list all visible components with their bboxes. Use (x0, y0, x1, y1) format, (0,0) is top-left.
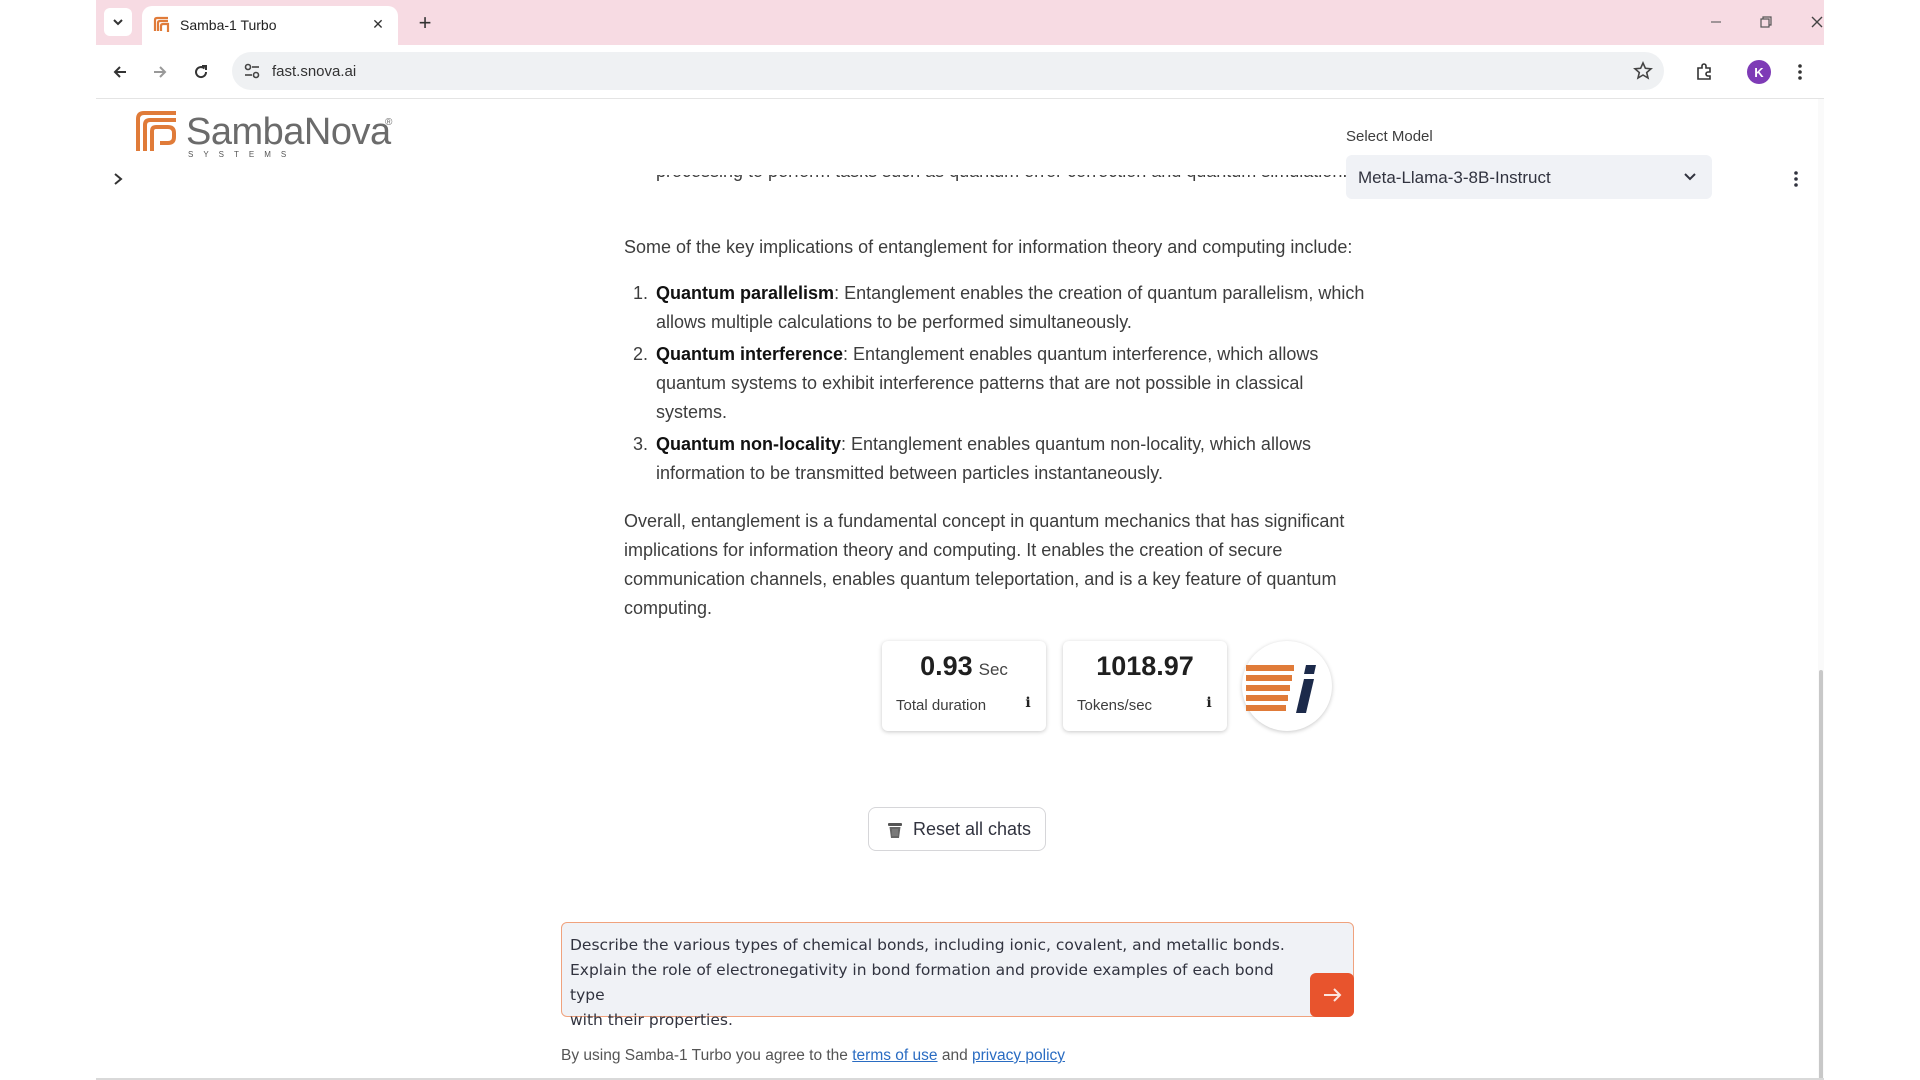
browser-toolbar: fast.snova.ai K (96, 45, 1824, 99)
model-select[interactable]: Meta-Llama-3-8B-Instruct (1346, 155, 1712, 199)
chevron-down-icon (113, 19, 123, 26)
terms-of-use-link[interactable]: terms of use (852, 1047, 937, 1064)
speed-logo-icon (1246, 665, 1316, 713)
sidebar-expand-button[interactable] (108, 169, 128, 189)
list-item: 1. Quantum parallelism: Entanglement ena… (624, 279, 1384, 337)
total-duration-card: 0.93 Sec Total duration i (882, 641, 1046, 731)
send-icon (1324, 988, 1342, 1002)
intro-paragraph: Some of the key implications of entangle… (624, 237, 1353, 257)
forward-button[interactable] (146, 58, 174, 86)
reset-label: Reset all chats (913, 819, 1032, 839)
list-body: Quantum non-locality: Entanglement enabl… (656, 430, 1366, 488)
scrollbar-thumb[interactable] (1819, 670, 1823, 1080)
terms-notice: By using Samba-1 Turbo you agree to the … (561, 1047, 1065, 1065)
reload-icon (195, 65, 208, 79)
info-icon[interactable]: i (1020, 695, 1036, 711)
restore-button[interactable] (1746, 8, 1786, 36)
list-item-title: Quantum non-locality (656, 434, 842, 454)
list-number: 1. (632, 283, 648, 303)
browser-menu-button[interactable] (1786, 58, 1814, 86)
list-item: 3. Quantum non-locality: Entanglement en… (624, 430, 1384, 488)
sambanova-favicon-icon (153, 16, 170, 32)
left-desktop-margin (0, 0, 96, 1080)
back-button[interactable] (106, 58, 134, 86)
tab-search-button[interactable] (104, 8, 132, 36)
logo-wordmark: SambaNova (186, 111, 391, 153)
sambanova-logo: SambaNova SYSTEMS ® (134, 109, 392, 159)
tokens-label: Tokens/sec (1077, 697, 1153, 714)
kebab-menu-icon (1794, 171, 1798, 187)
logo-registered-mark: ® (385, 117, 393, 128)
duration-label: Total duration (896, 697, 987, 714)
tokens-per-sec-card: 1018.97 Tokens/sec i (1063, 641, 1227, 731)
url-text: fast.snova.ai (272, 63, 357, 80)
list-body: Quantum parallelism: Entanglement enable… (656, 279, 1366, 337)
address-bar[interactable]: fast.snova.ai (232, 52, 1664, 90)
tab-title: Samba-1 Turbo (180, 17, 277, 33)
site-info-icon[interactable] (242, 61, 262, 81)
right-desktop-margin (1824, 0, 1920, 1080)
list-number: 3. (632, 434, 648, 454)
trash-icon (888, 823, 902, 838)
select-model-label: Select Model (1346, 128, 1433, 145)
restore-icon (1760, 16, 1772, 28)
chevron-right-icon (114, 173, 123, 185)
tokens-value: 1018.97 (1096, 651, 1194, 681)
performance-badge (1242, 641, 1332, 731)
close-icon (1811, 16, 1823, 28)
reset-all-chats-button[interactable]: Reset all chats (868, 807, 1046, 851)
sambanova-mark-icon (136, 111, 176, 151)
close-window-button[interactable] (1797, 8, 1824, 36)
chat-input[interactable]: Describe the various types of chemical b… (561, 922, 1354, 1029)
list-item-title: Quantum parallelism (656, 283, 835, 303)
logo-subtitle: SYSTEMS (188, 150, 297, 159)
chat-input-text[interactable]: Describe the various types of chemical b… (570, 933, 1290, 1033)
tab-strip: Samba-1 Turbo ✕ + (96, 0, 1824, 45)
profile-avatar[interactable]: K (1747, 60, 1771, 84)
duration-unit: Sec (978, 660, 1008, 679)
info-icon[interactable]: i (1201, 695, 1217, 711)
arrow-left-icon (113, 66, 126, 78)
scrolled-text-line: processing to perform tasks such as quan… (656, 161, 1348, 181)
close-tab-icon[interactable]: ✕ (368, 14, 388, 34)
app-menu-button[interactable] (1786, 169, 1806, 189)
puzzle-icon (1697, 63, 1711, 80)
chevron-down-icon (1684, 173, 1696, 181)
terms-prefix: By using Samba-1 Turbo you agree to the (561, 1047, 853, 1064)
extensions-button[interactable] (1690, 58, 1718, 86)
reload-button[interactable] (187, 58, 215, 86)
minimize-icon (1711, 21, 1721, 23)
arrow-right-icon (154, 66, 167, 78)
selected-model-value: Meta-Llama-3-8B-Instruct (1358, 168, 1551, 187)
conclusion-paragraph: Overall, entanglement is a fundamental c… (624, 511, 1345, 618)
send-button[interactable] (1310, 973, 1354, 1017)
list-item: 2. Quantum interference: Entanglement en… (624, 340, 1384, 428)
minimize-button[interactable] (1696, 8, 1736, 36)
list-number: 2. (632, 344, 648, 364)
browser-window: Samba-1 Turbo ✕ + fast.snova.ai K SambaN… (96, 0, 1824, 1080)
kebab-menu-icon (1798, 64, 1802, 80)
list-item-title: Quantum interference (656, 344, 844, 364)
new-tab-button[interactable]: + (412, 10, 438, 36)
web-page: SambaNova SYSTEMS ® Select Model Meta-Ll… (96, 99, 1824, 1080)
list-body: Quantum interference: Entanglement enabl… (656, 340, 1366, 427)
terms-and: and (937, 1047, 972, 1064)
duration-value-row: 0.93 Sec (882, 651, 1046, 682)
privacy-policy-link[interactable]: privacy policy (972, 1047, 1065, 1064)
duration-value: 0.93 (920, 651, 973, 681)
bookmark-star-icon[interactable] (1632, 60, 1654, 82)
tab-samba-turbo[interactable]: Samba-1 Turbo ✕ (142, 6, 398, 45)
